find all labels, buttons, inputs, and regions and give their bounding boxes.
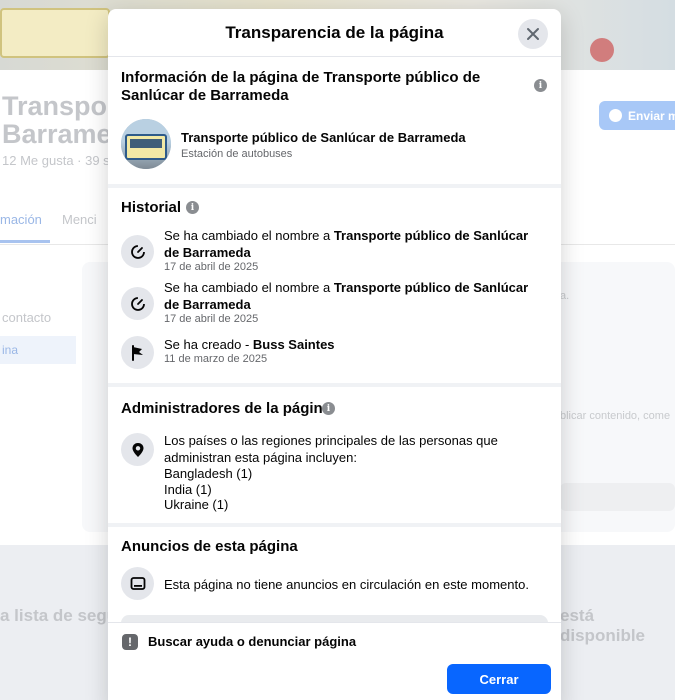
close-button[interactable] <box>518 19 548 49</box>
tab-underline <box>0 240 50 243</box>
rename-icon <box>121 287 154 320</box>
tab-information[interactable]: mación <box>0 212 42 227</box>
section-divider <box>108 523 561 527</box>
history-item-text: Se ha cambiado el nombre a Transporte pú… <box>164 280 529 312</box>
info-icon[interactable]: i <box>322 402 335 415</box>
rename-icon <box>121 235 154 268</box>
background-card-text: a. <box>560 290 570 302</box>
close-icon <box>527 28 539 40</box>
page-tabs: mación Menci <box>0 212 97 243</box>
page-title: Transpor Barrame <box>2 91 118 149</box>
history-item-date: 17 de abril de 2025 <box>164 261 259 273</box>
send-message-label: Enviar m <box>628 108 675 123</box>
transparency-dialog: Transparencia de la página Información d… <box>108 9 561 700</box>
cover-bus-image <box>0 8 110 58</box>
history-item-date: 17 de abril de 2025 <box>164 313 259 325</box>
history-item-text: Se ha cambiado el nombre a Transporte pú… <box>164 228 529 260</box>
info-icon[interactable]: i <box>534 79 547 92</box>
ads-text: Esta página no tiene anuncios en circula… <box>164 577 529 592</box>
page-stats: 12 Me gusta · 39 s <box>2 153 110 168</box>
admins-title: Administradores de la página <box>121 400 332 417</box>
dialog-header: Transparencia de la página <box>108 9 561 57</box>
sidebar-item-contact[interactable]: contacto <box>2 310 51 325</box>
ads-title: Anuncios de esta página <box>121 538 298 555</box>
avatar[interactable] <box>121 119 171 169</box>
location-pin-icon <box>121 433 154 466</box>
admin-country: Ukraine (1) <box>164 497 229 512</box>
admin-country: Bangladesh (1) <box>164 466 253 481</box>
admins-description: Los países o las regiones principales de… <box>164 433 498 465</box>
help-report-link[interactable]: Buscar ayuda o denunciar página <box>148 634 356 649</box>
close-dialog-button[interactable]: Cerrar <box>447 664 551 694</box>
alert-icon: ! <box>122 634 138 650</box>
page-name[interactable]: Transporte público de Sanlúcar de Barram… <box>181 130 466 145</box>
following-list-text: a lista de segui <box>0 606 122 625</box>
cover-logo <box>590 38 614 62</box>
dialog-title: Transparencia de la página <box>225 23 444 42</box>
send-message-button[interactable]: Enviar m <box>599 101 675 130</box>
ads-monitor-icon <box>121 567 154 600</box>
background-card-text: blicar contenido, come <box>560 410 671 422</box>
page-category: Estación de autobuses <box>181 148 293 160</box>
background-card-bar <box>560 483 675 511</box>
sidebar-item-active[interactable]: ina <box>0 336 76 364</box>
messenger-icon <box>609 109 622 122</box>
info-section-title: Información de la página de Transporte p… <box>121 69 481 104</box>
help-report-row[interactable]: ! Buscar ayuda o denunciar página <box>108 622 561 660</box>
history-item-date: 11 de marzo de 2025 <box>164 353 268 365</box>
history-title: Historial <box>121 199 182 216</box>
history-item-text: Se ha creado - Buss Saintes <box>164 337 335 352</box>
flag-icon <box>121 336 154 369</box>
section-divider <box>108 383 561 387</box>
section-divider <box>108 184 561 188</box>
tab-mentions[interactable]: Menci <box>62 212 97 227</box>
info-icon[interactable]: i <box>186 201 199 214</box>
available-text: está disponible <box>560 606 645 645</box>
